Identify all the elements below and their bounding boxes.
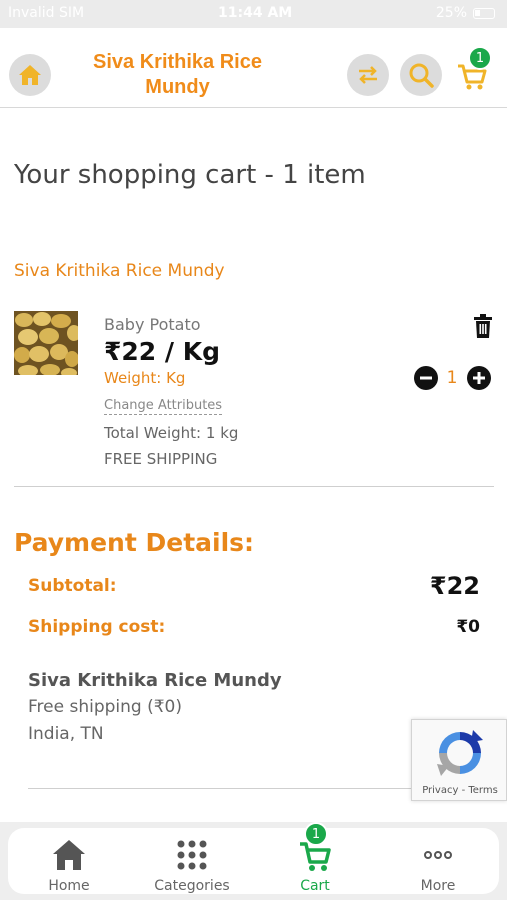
nav-item-home[interactable]: Home: [8, 828, 130, 894]
quantity-value: 1: [446, 368, 458, 388]
nav-label-more: More: [420, 878, 456, 894]
store-title: Siva Krithika Rice Mundy: [93, 51, 262, 98]
more-icon: [424, 851, 452, 859]
shipping-cost-label: Shipping cost:: [28, 617, 166, 637]
switch-store-button[interactable]: [347, 54, 389, 96]
subtotal-value: ₹22: [429, 572, 480, 600]
cart-count-badge: 1: [468, 46, 492, 70]
carrier-label: Invalid SIM: [8, 5, 85, 21]
potato-image: [14, 311, 78, 375]
product-name[interactable]: Baby Potato: [104, 315, 201, 334]
bottom-nav-bar: Home Categories 1 Cart More: [8, 822, 499, 894]
subtotal-label: Subtotal:: [28, 576, 117, 596]
app-header: Siva Krithika Rice Mundy 1: [0, 28, 507, 108]
swap-arrows-icon: [359, 66, 377, 84]
status-bar: Invalid SIM 11:44 AM 25%: [0, 0, 507, 28]
product-image[interactable]: [14, 311, 78, 375]
home-icon: [19, 65, 41, 85]
search-button[interactable]: [400, 54, 442, 96]
recaptcha-logo-icon: [437, 730, 483, 776]
total-weight: Total Weight: 1 kg: [104, 424, 239, 442]
nav-label-categories: Categories: [154, 878, 230, 894]
search-icon: [409, 63, 434, 88]
payment-details-title: Payment Details:: [14, 528, 255, 557]
nav-label-home: Home: [48, 878, 90, 894]
shipping-method: Free shipping (₹0): [28, 697, 183, 717]
nav-cart-badge: 1: [304, 822, 328, 846]
home-icon: [53, 840, 85, 870]
home-button[interactable]: [9, 54, 51, 96]
shipping-store-name: Siva Krithika Rice Mundy: [28, 670, 282, 691]
trash-icon: [474, 314, 492, 338]
battery-icon: [473, 7, 495, 19]
remove-item-button[interactable]: [472, 314, 494, 338]
nav-label-cart: Cart: [300, 878, 330, 894]
shipping-location: India, TN: [28, 724, 104, 744]
clock: 11:44 AM: [218, 5, 293, 21]
cart-store-name[interactable]: Siva Krithika Rice Mundy: [14, 261, 225, 281]
plus-circle-icon: [467, 366, 491, 390]
decrease-quantity-button[interactable]: [414, 366, 438, 390]
minus-circle-icon: [414, 366, 438, 390]
change-attributes-link[interactable]: Change Attributes: [104, 398, 223, 415]
divider: [28, 788, 413, 789]
increase-quantity-button[interactable]: [467, 366, 491, 390]
grid-icon: [177, 840, 207, 870]
nav-item-more[interactable]: More: [377, 828, 499, 894]
battery-percent: 25%: [435, 5, 467, 21]
shipping-cost-value: ₹0: [456, 617, 480, 637]
bottom-navigation: Home Categories 1 Cart More: [0, 822, 507, 900]
product-weight: Weight: Kg: [104, 369, 186, 387]
header-cart-button[interactable]: 1: [456, 46, 492, 94]
battery-indicator: 25%: [436, 5, 495, 21]
nav-item-cart[interactable]: 1 Cart: [254, 822, 376, 894]
nav-item-categories[interactable]: Categories: [131, 828, 253, 894]
product-price: ₹22 / Kg: [104, 337, 220, 366]
page-title: Your shopping cart - 1 item: [14, 160, 366, 190]
recaptcha-badge[interactable]: Privacy - Terms: [411, 719, 507, 801]
shipping-note: FREE SHIPPING: [104, 450, 218, 468]
recaptcha-terms-link[interactable]: Privacy - Terms: [412, 785, 507, 796]
divider: [14, 486, 494, 487]
